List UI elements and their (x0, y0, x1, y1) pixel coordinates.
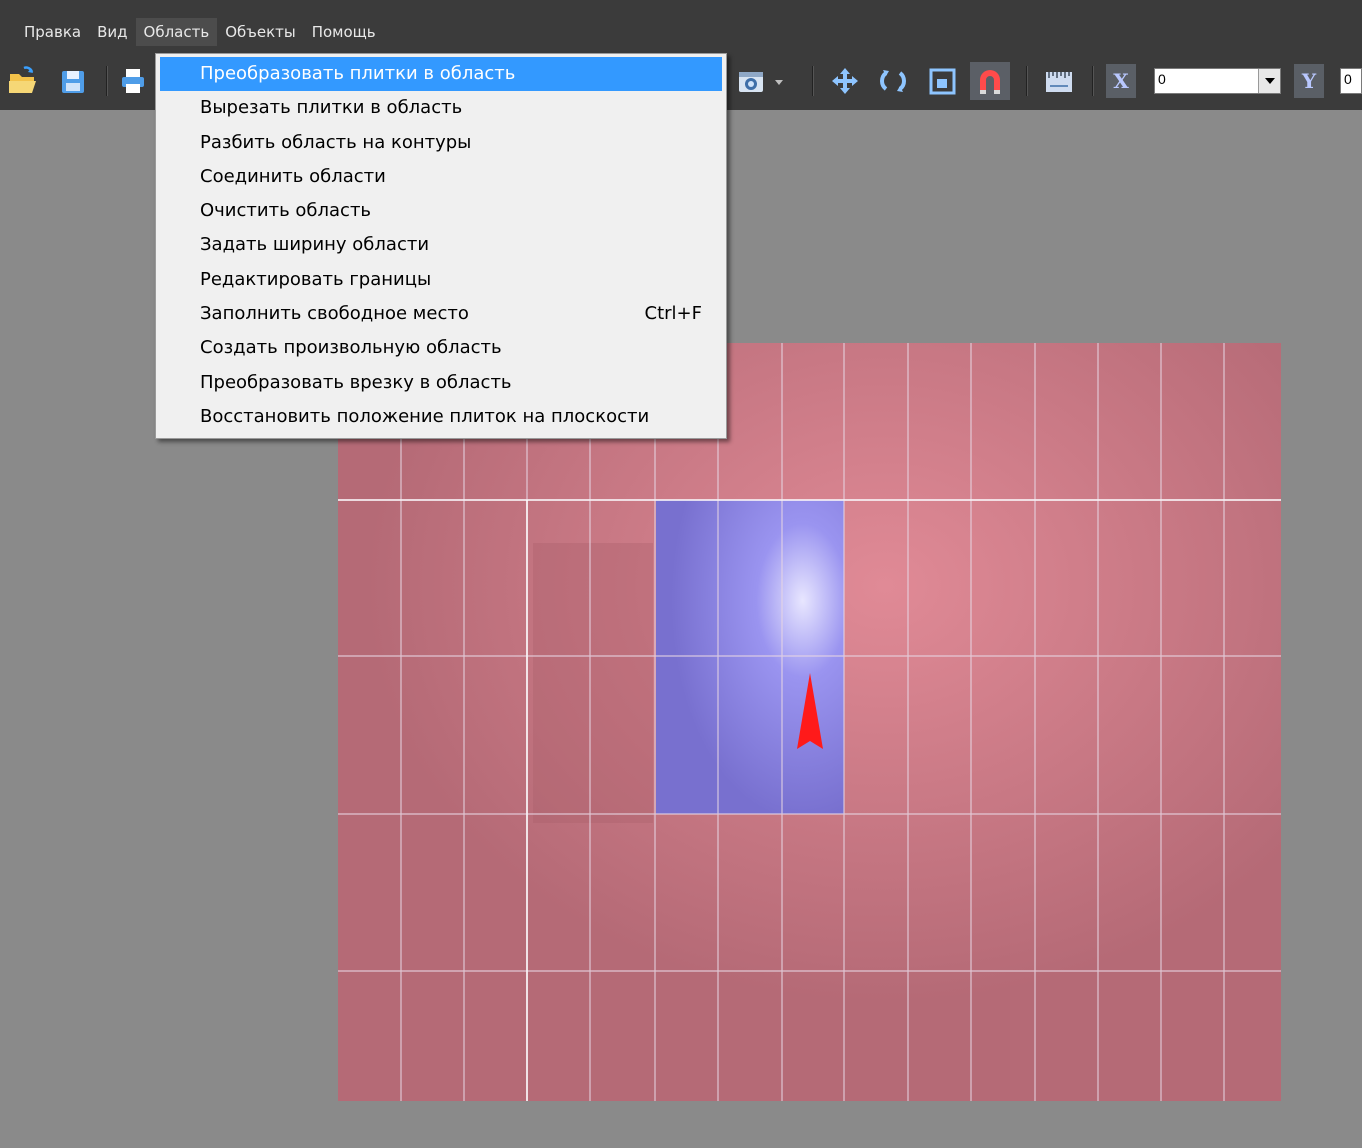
print-icon[interactable] (116, 64, 150, 98)
move-icon[interactable] (828, 64, 862, 98)
menu-item-label: Задать ширину области (200, 234, 430, 256)
menu-area[interactable]: Область (135, 18, 218, 46)
menu-item-label: Преобразовать плитки в область (200, 63, 516, 84)
area-menu-dropdown: Преобразовать плитки в область Вырезать … (155, 53, 727, 439)
menu-item-label: Создать произвольную область (200, 337, 502, 359)
tile-shadow-region (533, 543, 653, 823)
menu-item-label: Очистить область (200, 200, 372, 222)
scale-icon[interactable] (926, 64, 960, 98)
menu-item-join-areas[interactable]: Соединить области (156, 160, 726, 194)
x-coordinate-dropdown-button[interactable] (1258, 69, 1280, 93)
toolbar-separator (1092, 66, 1094, 96)
x-coordinate-label: X (1106, 64, 1136, 98)
y-coordinate-input[interactable]: 0 (1340, 68, 1362, 94)
menu-item-convert-tiles-to-area[interactable]: Преобразовать плитки в область (160, 57, 722, 92)
menu-item-convert-inset-to-area[interactable]: Преобразовать врезку в область (156, 366, 726, 400)
menu-objects[interactable]: Объекты (217, 18, 304, 46)
open-icon[interactable] (6, 64, 40, 98)
camera-icon[interactable] (734, 64, 768, 98)
menu-item-cut-tiles-to-area[interactable]: Вырезать плитки в область (156, 91, 726, 125)
menu-item-label: Редактировать границы (200, 268, 432, 290)
menu-item-fill-free-space[interactable]: Заполнить свободное место Ctrl+F (156, 297, 726, 331)
camera-dropdown-icon[interactable] (770, 64, 788, 98)
menu-item-label: Заполнить свободное место (200, 303, 469, 325)
toolbar-separator (106, 66, 108, 96)
menu-item-label: Разбить область на контуры (200, 131, 472, 153)
menu-view[interactable]: Вид (89, 18, 135, 46)
tile-plane[interactable] (338, 343, 1281, 1101)
chevron-down-icon (1265, 78, 1275, 84)
menu-item-label: Преобразовать врезку в область (200, 371, 512, 393)
magnet-button[interactable] (970, 62, 1010, 100)
app-window: Правка Вид Область Объекты Помощь X 0 Y … (0, 0, 1362, 1148)
menu-item-restore-tile-positions[interactable]: Восстановить положение плиток на плоскос… (156, 400, 726, 434)
y-coordinate-label: Y (1294, 64, 1324, 98)
menu-item-label: Восстановить положение плиток на плоскос… (200, 405, 650, 427)
menu-item-create-custom-area[interactable]: Создать произвольную область (156, 331, 726, 365)
menu-item-split-area-to-contours[interactable]: Разбить область на контуры (156, 126, 726, 160)
toolbar-separator (812, 66, 814, 96)
menu-item-label: Вырезать плитки в область (200, 97, 463, 119)
save-icon[interactable] (56, 64, 90, 98)
magnet-icon (980, 70, 1000, 94)
menu-item-label: Соединить области (200, 165, 386, 187)
menu-item-shortcut: Ctrl+F (644, 303, 702, 325)
menu-item-edit-borders[interactable]: Редактировать границы (156, 263, 726, 297)
toolbar-separator (1026, 66, 1028, 96)
menu-edit[interactable]: Правка (16, 18, 89, 46)
ruler-icon[interactable] (1042, 64, 1076, 98)
menu-help[interactable]: Помощь (304, 18, 384, 46)
menu-bar: Правка Вид Область Объекты Помощь (0, 0, 1362, 52)
menu-item-clear-area[interactable]: Очистить область (156, 194, 726, 228)
menu-item-set-area-width[interactable]: Задать ширину области (156, 228, 726, 262)
selected-tiles[interactable] (656, 500, 844, 814)
rotate-icon[interactable] (876, 64, 910, 98)
